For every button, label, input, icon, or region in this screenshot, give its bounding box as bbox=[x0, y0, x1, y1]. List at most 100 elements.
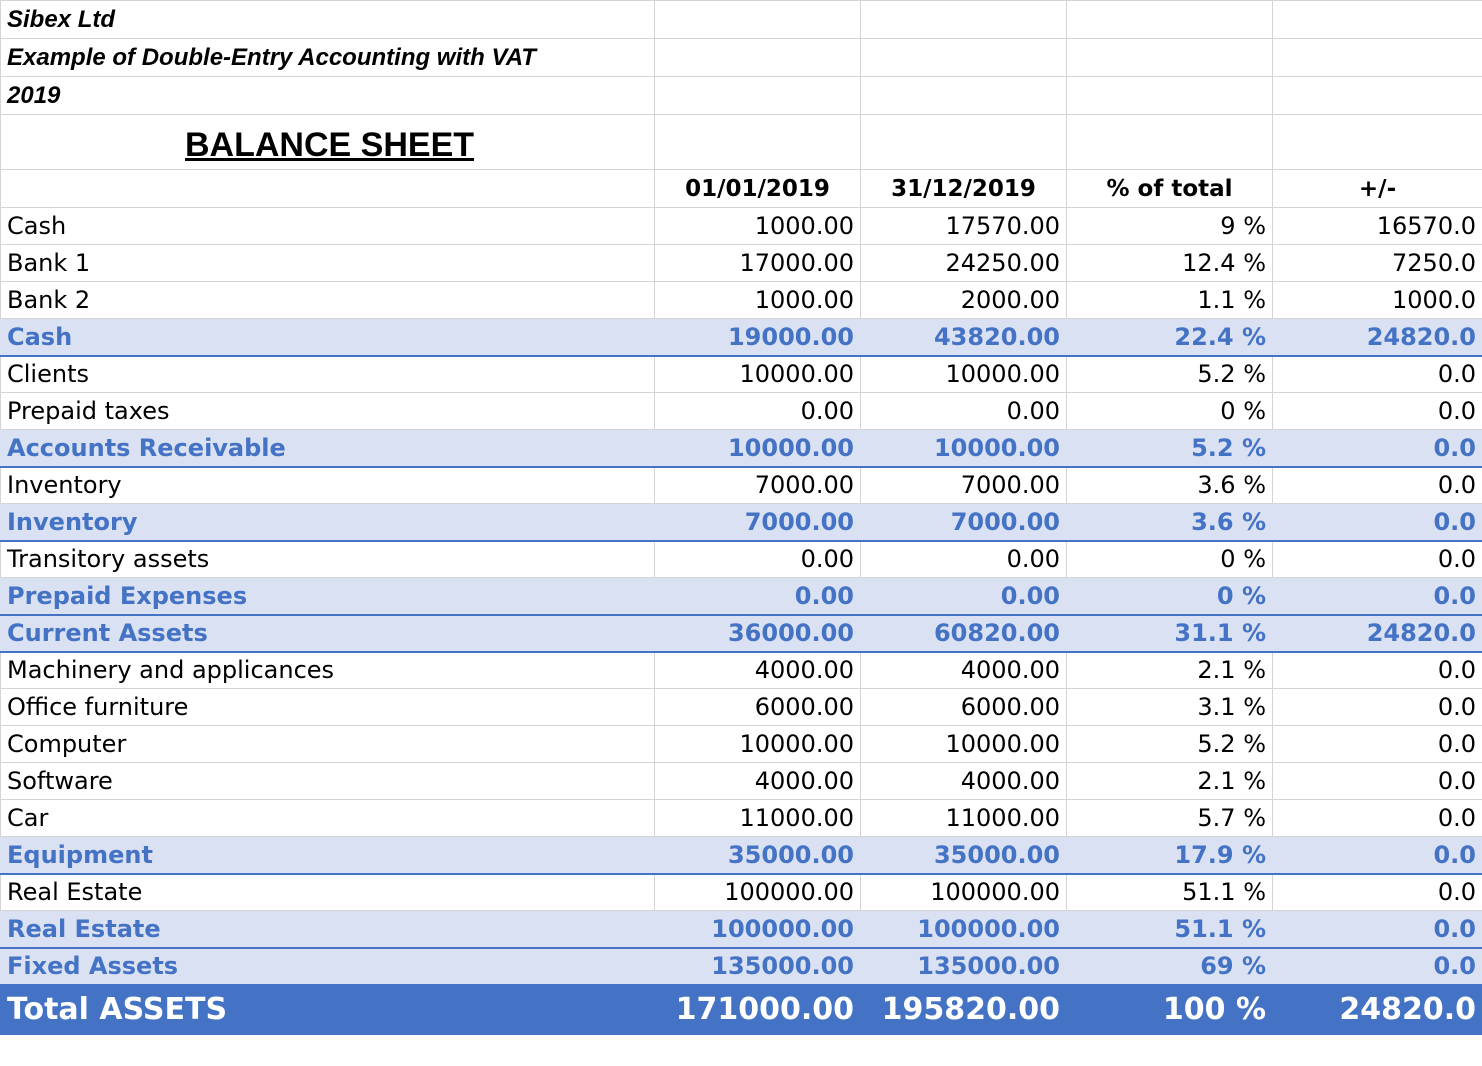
empty-cell[interactable] bbox=[1066, 38, 1273, 77]
pct-value-cell[interactable]: 69 % bbox=[1066, 947, 1273, 986]
diff-value-cell[interactable]: 24820.0 bbox=[1272, 318, 1482, 357]
start-value-cell[interactable]: 135000.00 bbox=[654, 947, 861, 986]
start-value-cell[interactable]: 7000.00 bbox=[654, 466, 861, 504]
pct-value-cell[interactable]: 1.1 % bbox=[1066, 281, 1273, 319]
empty-cell[interactable] bbox=[1272, 114, 1482, 170]
pct-value-cell[interactable]: 12.4 % bbox=[1066, 244, 1273, 282]
pct-value-cell[interactable]: 3.6 % bbox=[1066, 466, 1273, 504]
row-label-cell[interactable]: Transitory assets bbox=[0, 540, 655, 578]
diff-value-cell[interactable]: 0.0 bbox=[1272, 540, 1482, 578]
pct-value-cell[interactable]: 2.1 % bbox=[1066, 651, 1273, 689]
diff-value-cell[interactable]: 0.0 bbox=[1272, 466, 1482, 504]
year-cell[interactable]: 2019 bbox=[0, 76, 655, 115]
row-label-cell[interactable]: Cash bbox=[0, 207, 655, 245]
row-label-cell[interactable]: Office furniture bbox=[0, 688, 655, 726]
start-value-cell[interactable]: 11000.00 bbox=[654, 799, 861, 837]
row-label-cell[interactable]: Real Estate bbox=[0, 910, 655, 949]
subtitle-cell[interactable]: Example of Double-Entry Accounting with … bbox=[0, 38, 655, 77]
col-header-start-date[interactable]: 01/01/2019 bbox=[654, 169, 861, 208]
diff-value-cell[interactable]: 0.0 bbox=[1272, 503, 1482, 542]
end-value-cell[interactable]: 135000.00 bbox=[860, 947, 1067, 986]
start-value-cell[interactable]: 4000.00 bbox=[654, 762, 861, 800]
diff-value-cell[interactable]: 24820.0 bbox=[1272, 984, 1482, 1035]
pct-value-cell[interactable]: 0 % bbox=[1066, 392, 1273, 430]
diff-value-cell[interactable]: 0.0 bbox=[1272, 836, 1482, 875]
row-label-cell[interactable]: Bank 2 bbox=[0, 281, 655, 319]
empty-cell[interactable] bbox=[1066, 114, 1273, 170]
pct-value-cell[interactable]: 17.9 % bbox=[1066, 836, 1273, 875]
pct-value-cell[interactable]: 3.6 % bbox=[1066, 503, 1273, 542]
end-value-cell[interactable]: 6000.00 bbox=[860, 688, 1067, 726]
start-value-cell[interactable]: 0.00 bbox=[654, 577, 861, 616]
empty-cell[interactable] bbox=[860, 0, 1067, 39]
end-value-cell[interactable]: 35000.00 bbox=[860, 836, 1067, 875]
end-value-cell[interactable]: 17570.00 bbox=[860, 207, 1067, 245]
end-value-cell[interactable]: 0.00 bbox=[860, 392, 1067, 430]
start-value-cell[interactable]: 100000.00 bbox=[654, 910, 861, 949]
start-value-cell[interactable]: 10000.00 bbox=[654, 355, 861, 393]
start-value-cell[interactable]: 19000.00 bbox=[654, 318, 861, 357]
empty-cell[interactable] bbox=[860, 76, 1067, 115]
pct-value-cell[interactable]: 51.1 % bbox=[1066, 873, 1273, 911]
diff-value-cell[interactable]: 24820.0 bbox=[1272, 614, 1482, 653]
col-header-diff[interactable]: +/- bbox=[1272, 169, 1482, 208]
start-value-cell[interactable]: 1000.00 bbox=[654, 281, 861, 319]
empty-cell[interactable] bbox=[1066, 0, 1273, 39]
start-value-cell[interactable]: 10000.00 bbox=[654, 429, 861, 468]
sheet-title-cell[interactable]: BALANCE SHEET bbox=[0, 114, 655, 170]
start-value-cell[interactable]: 17000.00 bbox=[654, 244, 861, 282]
diff-value-cell[interactable]: 0.0 bbox=[1272, 910, 1482, 949]
end-value-cell[interactable]: 10000.00 bbox=[860, 429, 1067, 468]
end-value-cell[interactable]: 7000.00 bbox=[860, 466, 1067, 504]
pct-value-cell[interactable]: 3.1 % bbox=[1066, 688, 1273, 726]
empty-cell[interactable] bbox=[654, 0, 861, 39]
start-value-cell[interactable]: 36000.00 bbox=[654, 614, 861, 653]
pct-value-cell[interactable]: 22.4 % bbox=[1066, 318, 1273, 357]
end-value-cell[interactable]: 0.00 bbox=[860, 540, 1067, 578]
end-value-cell[interactable]: 4000.00 bbox=[860, 651, 1067, 689]
end-value-cell[interactable]: 10000.00 bbox=[860, 355, 1067, 393]
empty-cell[interactable] bbox=[1066, 76, 1273, 115]
diff-value-cell[interactable]: 0.0 bbox=[1272, 799, 1482, 837]
diff-value-cell[interactable]: 1000.0 bbox=[1272, 281, 1482, 319]
row-label-cell[interactable]: Real Estate bbox=[0, 873, 655, 911]
col-header-pct[interactable]: % of total bbox=[1066, 169, 1273, 208]
start-value-cell[interactable]: 100000.00 bbox=[654, 873, 861, 911]
row-label-cell[interactable]: Machinery and applicances bbox=[0, 651, 655, 689]
empty-cell[interactable] bbox=[654, 114, 861, 170]
row-label-cell[interactable]: Car bbox=[0, 799, 655, 837]
pct-value-cell[interactable]: 51.1 % bbox=[1066, 910, 1273, 949]
end-value-cell[interactable]: 2000.00 bbox=[860, 281, 1067, 319]
row-label-cell[interactable]: Software bbox=[0, 762, 655, 800]
start-value-cell[interactable]: 7000.00 bbox=[654, 503, 861, 542]
end-value-cell[interactable]: 10000.00 bbox=[860, 725, 1067, 763]
start-value-cell[interactable]: 35000.00 bbox=[654, 836, 861, 875]
pct-value-cell[interactable]: 5.2 % bbox=[1066, 725, 1273, 763]
col-header-end-date[interactable]: 31/12/2019 bbox=[860, 169, 1067, 208]
diff-value-cell[interactable]: 0.0 bbox=[1272, 688, 1482, 726]
end-value-cell[interactable]: 4000.00 bbox=[860, 762, 1067, 800]
end-value-cell[interactable]: 195820.00 bbox=[860, 984, 1067, 1035]
end-value-cell[interactable]: 100000.00 bbox=[860, 910, 1067, 949]
end-value-cell[interactable]: 60820.00 bbox=[860, 614, 1067, 653]
diff-value-cell[interactable]: 0.0 bbox=[1272, 947, 1482, 986]
end-value-cell[interactable]: 0.00 bbox=[860, 577, 1067, 616]
diff-value-cell[interactable]: 0.0 bbox=[1272, 873, 1482, 911]
row-label-cell[interactable]: Inventory bbox=[0, 466, 655, 504]
row-label-cell[interactable]: Fixed Assets bbox=[0, 947, 655, 986]
pct-value-cell[interactable]: 0 % bbox=[1066, 577, 1273, 616]
start-value-cell[interactable]: 0.00 bbox=[654, 392, 861, 430]
empty-cell[interactable] bbox=[860, 38, 1067, 77]
end-value-cell[interactable]: 100000.00 bbox=[860, 873, 1067, 911]
empty-cell[interactable] bbox=[0, 169, 655, 208]
empty-cell[interactable] bbox=[654, 76, 861, 115]
diff-value-cell[interactable]: 0.0 bbox=[1272, 355, 1482, 393]
row-label-cell[interactable]: Total ASSETS bbox=[0, 984, 655, 1035]
row-label-cell[interactable]: Computer bbox=[0, 725, 655, 763]
row-label-cell[interactable]: Equipment bbox=[0, 836, 655, 875]
empty-cell[interactable] bbox=[654, 38, 861, 77]
end-value-cell[interactable]: 43820.00 bbox=[860, 318, 1067, 357]
diff-value-cell[interactable]: 0.0 bbox=[1272, 577, 1482, 616]
row-label-cell[interactable]: Prepaid Expenses bbox=[0, 577, 655, 616]
pct-value-cell[interactable]: 2.1 % bbox=[1066, 762, 1273, 800]
